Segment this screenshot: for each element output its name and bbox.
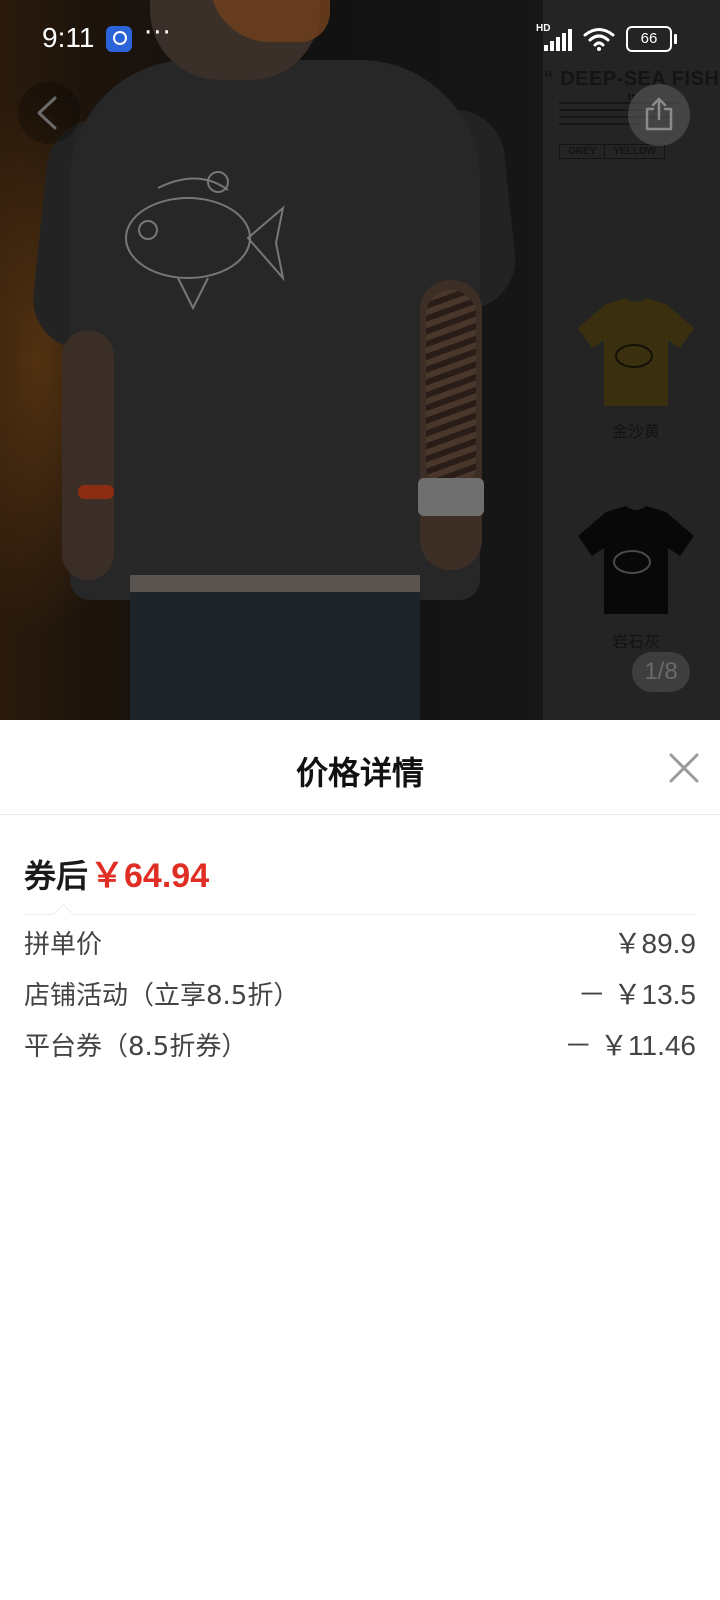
color-tag: GREY: [568, 146, 597, 157]
status-time: 9:11: [42, 22, 95, 53]
divider: [24, 914, 696, 915]
price-row-label: 店铺活动（立享8.5折）: [24, 980, 300, 1011]
product-image[interactable]: “ DEEP-SEA FISH ” GREY YELLOW 金沙黄 岩石灰 9:…: [0, 0, 720, 720]
color-tags: GREY YELLOW: [559, 144, 666, 159]
back-button[interactable]: [18, 82, 80, 144]
share-icon: [645, 97, 673, 131]
price-row-platform-coupon: 平台券（8.5折券） － ￥11.46: [24, 1024, 696, 1064]
battery-icon: 66: [626, 26, 677, 52]
price-row-value: － ￥11.46: [564, 1030, 696, 1061]
model-tattooed-arm: [420, 280, 482, 570]
price-row-group-price: 拼单价 ￥89.9: [24, 922, 696, 962]
image-pager: 1/8: [632, 652, 690, 692]
model-watch: [418, 478, 484, 516]
model-jeans: [130, 592, 420, 720]
swatch-label: 岩石灰: [611, 632, 660, 651]
price-row-label: 平台券（8.5折券）: [24, 1031, 248, 1062]
wifi-icon: [583, 28, 615, 51]
price-row-store-discount: 店铺活动（立享8.5折） － ￥13.5: [24, 973, 696, 1013]
price-row-value: ￥89.9: [613, 928, 697, 959]
signal-icon: HD: [536, 23, 572, 51]
network-type-label: HD: [536, 23, 551, 34]
price-row-label: 拼单价: [24, 929, 103, 960]
share-button[interactable]: [628, 84, 690, 146]
color-tag: YELLOW: [604, 145, 664, 158]
final-price-value: ￥64.94: [90, 857, 210, 895]
app-notification-icon: [106, 26, 132, 52]
tshirt-yellow-thumbnail: [578, 298, 694, 406]
sheet-header: 价格详情: [0, 720, 720, 815]
fish-print-graphic: [125, 171, 285, 311]
final-price-row: 券后 ￥64.94: [24, 848, 209, 897]
more-notifications-icon: ···: [144, 18, 172, 48]
final-price-label: 券后: [24, 857, 89, 895]
model-cap: [210, 0, 330, 42]
chevron-left-icon: [37, 96, 57, 130]
sheet-title: 价格详情: [295, 754, 424, 792]
price-row-value: － ￥13.5: [577, 979, 696, 1010]
model-bracelet: [78, 485, 114, 499]
model-arm: [62, 330, 114, 580]
tshirt-grey-thumbnail: [578, 506, 694, 614]
swatch-label: 金沙黄: [611, 422, 660, 441]
price-details-sheet: 价格详情 券后 ￥64.94 拼单价 ￥89.9 店铺活动（立享8.5折） － …: [0, 720, 720, 1600]
close-icon[interactable]: [666, 750, 702, 786]
model-shirt: [70, 60, 480, 600]
status-indicators: HD 66: [536, 23, 677, 52]
